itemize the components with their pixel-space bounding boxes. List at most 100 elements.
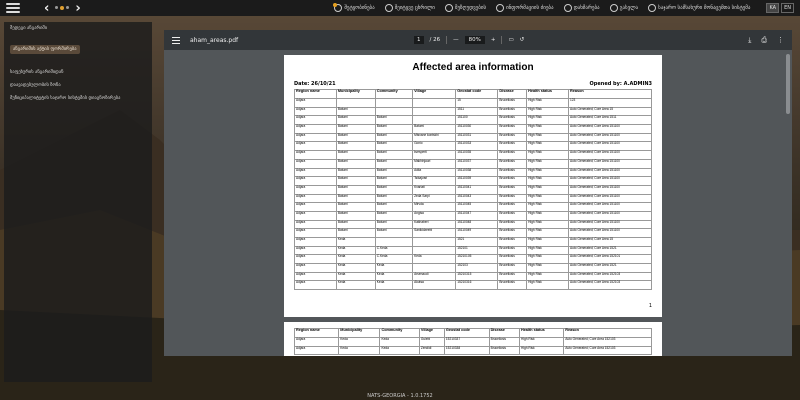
zoom-in-button[interactable]: + [491,37,496,43]
pdf-filename: aham_areas.pdf [190,36,239,44]
left-link-3[interactable]: მუნიციპალიტეტის საჯარო სისტემის დიაგნოზი… [10,96,146,102]
zoom-out-button[interactable]: — [453,37,459,43]
carousel-dot[interactable] [55,6,59,9]
table-cell: Brucellosis [497,150,528,160]
left-link-2[interactable]: დაავადებულობის ზონა [10,83,146,89]
table-cell: Auto Generated; Core Area 151100 [568,210,652,221]
search-icon [496,4,505,12]
affected-area-table: Region name Municipality Community Village G… [294,89,652,291]
table-cell: 1521 [455,237,499,247]
table-cell: Keda [412,254,457,265]
table-cell: Gulebi [418,337,445,347]
table-row: Adjara Batumi Batumi Makhinjauri 15110037 Bru… [294,158,652,169]
column-header: Community [374,89,414,99]
table-cell: High Risk [526,237,570,247]
document-meta: Date: 26/10/21 Opened by: A.ADMIN3 [284,81,662,87]
table-cell: Adjara [294,124,337,134]
menu-logout[interactable]: გასვლა [609,4,638,12]
table-cell: Brucellosis [488,345,520,356]
table-cell: Zendidi [418,345,445,356]
lang-en-button[interactable]: EN [781,3,794,13]
fit-page-icon[interactable]: ▭ [508,37,513,43]
table-cell: Keda [335,237,376,247]
table-cell: 15210338 [443,345,490,356]
document-opened-by: Opened by: A.ADMIN3 [589,81,652,87]
table-cell: High Risk [518,337,565,347]
page-input[interactable]: 1 [414,36,424,44]
table-cell: Batumi [412,124,457,134]
table-row: Adjara 15 Brucellosis High Risk 123 [294,98,652,108]
column-header: Municipality [335,89,376,99]
menu-search[interactable]: ინფორმაციის ძიება [496,4,554,12]
top-bar: ‹ › შეტყობინება შეიტყვე ცხრილი შეზღუდვებ… [0,0,800,16]
divider [501,36,503,44]
table-cell: Adjara [294,263,337,273]
table-cell: Adjara [293,337,340,347]
table-cell: Brucellosis [497,124,528,134]
table-cell: Auto Generated; Core Area 152103 [563,337,652,347]
footer-version: NATS-GEORGIA - 1.0.1752 [367,393,433,399]
table-cell: Batumi [374,210,414,221]
table-cell: High Risk [526,263,570,273]
rotate-icon[interactable]: ↺ [520,37,525,43]
table-cell: 15210337 [443,337,490,347]
chevron-right-icon[interactable]: › [75,1,80,16]
generate-act-button[interactable]: ანგარიშის აქტის ფორმირება [10,45,80,54]
carousel-dot[interactable] [66,6,70,9]
table-cell: Brucellosis [497,237,528,247]
table-cell: 15110037 [455,158,499,169]
top-menu: შეტყობინება შეიტყვე ცხრილი შეზღუდვების ი… [333,3,794,13]
table-cell [335,98,376,108]
menu-notifications[interactable]: შეტყობინება [333,3,375,12]
pdf-page-2: Region name Municipality Community Village G… [284,322,662,356]
table-cell: 152103 [455,263,499,273]
carousel-dot-active[interactable] [60,6,65,10]
table-row: Adjara Batumi Batumi kvesperti 15110035 Bruce… [294,150,652,160]
table-cell: Auto Generated; Core Area 152103 [563,345,652,356]
hamburger-menu-icon[interactable] [6,3,20,13]
table-row: Adjara Batumi Batumi Batumi 15110030 Brucello… [294,124,652,134]
table-cell: Adjara [294,150,337,160]
table-cell: Batumi [374,150,414,160]
table-cell: Batumi [374,158,414,169]
table-cell: Auto Generated; Core Area 1521 [568,263,652,273]
divider [446,36,448,44]
table-cell: High Risk [526,184,570,195]
table-cell: 15110035 [455,150,499,160]
table-cell [412,237,457,247]
download-icon[interactable]: ⤓ [748,36,751,45]
table-cell: Auto Generated; Core Area 151100 [568,184,652,195]
table-cell: Batumi [335,184,376,195]
zoom-input[interactable]: 80% [464,36,485,44]
user-account[interactable]: საჯარო სამსახური მონაცემთა სისტემა [648,4,750,12]
table-cell: Keda [379,345,420,356]
table-cell: High Risk [526,98,570,108]
table-cell: Brucellosis [488,337,520,347]
page-total: / 26 [429,37,441,43]
print-icon[interactable]: ⎙ [761,36,767,45]
menu-table[interactable]: შეიტყვე ცხრილი [384,4,435,12]
more-options-icon[interactable]: ⋮ [777,36,784,45]
left-link-1[interactable]: საფეხურის ანგარიშიდან [10,70,146,76]
table-cell [374,98,414,108]
table-cell [412,263,457,273]
lang-ka-button[interactable]: KA [766,3,780,13]
menu-restrictions[interactable]: შეზღუდვების [444,4,486,12]
table-cell: kvesperti [412,150,457,160]
scrollbar-thumb[interactable] [786,54,790,114]
page-number: 1 [648,303,652,309]
menu-icon[interactable] [172,36,180,44]
document-date: Date: 26/10/21 [294,81,336,87]
table-row: Adjara Keda Keda Akutsa 15210316 Brucellosis H… [294,280,652,291]
table-cell: 15 [455,98,499,108]
table-cell: Batumi [374,124,414,134]
table-cell: Batumi [335,150,376,160]
column-header: Geostat code [455,89,499,99]
chevron-left-icon[interactable]: ‹ [44,1,49,16]
table-cell: Brucellosis [497,210,528,221]
menu-help[interactable]: დახმარება [563,4,600,12]
pdf-actions: ⤓ ⎙ ⋮ [748,36,784,45]
table-row: Adjara Keda 1521 Brucellosis High Risk Auto G… [294,237,652,247]
table-cell: High Risk [526,150,570,160]
table-cell: Batumi [335,210,376,221]
